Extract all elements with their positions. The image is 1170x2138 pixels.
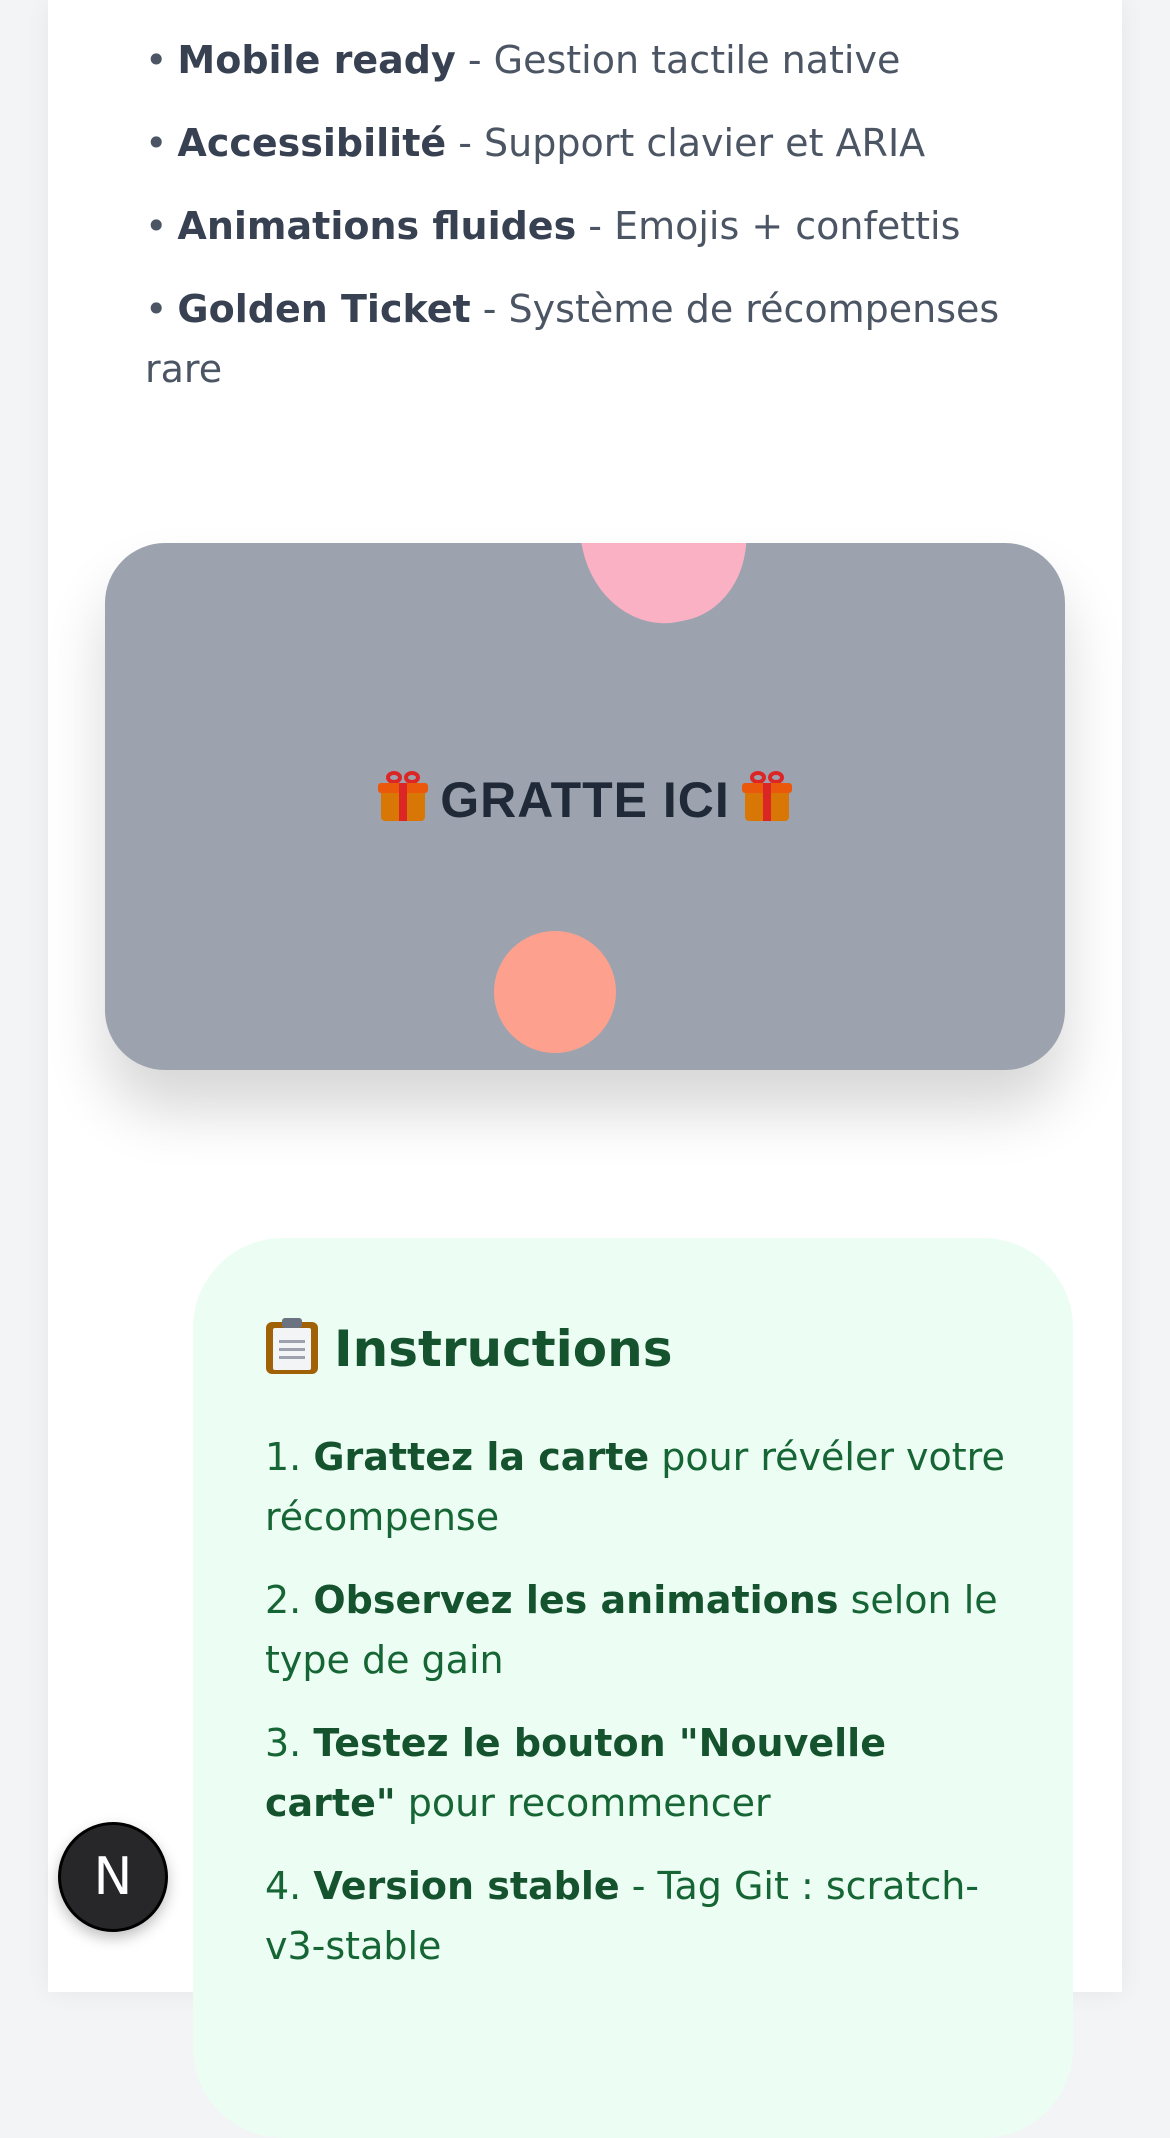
feature-item-animations: • Animations fluides - Emojis + confettis: [145, 196, 1065, 256]
step-text: pour recommencer: [407, 1781, 771, 1825]
bullet: •: [145, 121, 168, 165]
bullet: •: [145, 204, 168, 248]
feature-item-mobile: • Mobile ready - Gestion tactile native: [145, 30, 1065, 90]
scratch-label-text: GRATTE ICI: [440, 772, 730, 828]
scratched-blob: [562, 543, 763, 639]
feature-title: Animations fluides: [177, 204, 577, 248]
bullet: •: [145, 38, 168, 82]
feature-desc: - Gestion tactile native: [467, 38, 901, 82]
instructions-steps: 1. Grattez la carte pour révéler votre r…: [265, 1427, 1025, 1999]
feature-title: Accessibilité: [177, 121, 447, 165]
feature-title: Mobile ready: [177, 38, 456, 82]
nextjs-dev-indicator-button[interactable]: N: [58, 1822, 168, 1932]
instruction-step: 2. Observez les animations selon le type…: [265, 1570, 1025, 1690]
gift-icon: [378, 771, 429, 823]
feature-desc: - Support clavier et ARIA: [458, 121, 926, 165]
scratch-card[interactable]: GRATTE ICI: [105, 543, 1065, 1070]
feature-desc: - Emojis + confettis: [588, 204, 961, 248]
step-number: 2.: [265, 1578, 302, 1622]
feature-item-accessibility: • Accessibilité - Support clavier et ARIA: [145, 113, 1065, 173]
scratch-card-wrapper: GRATTE ICI: [105, 543, 1065, 1070]
feature-title: Golden Ticket: [177, 287, 471, 331]
instruction-step: 4. Version stable - Tag Git : scratch-v3…: [265, 1856, 1025, 1976]
step-bold: Observez les animations: [313, 1578, 839, 1622]
instructions-heading: Instructions: [266, 1318, 673, 1379]
features-list: • Mobile ready - Gestion tactile native •…: [145, 30, 1065, 422]
feature-item-golden-ticket: • Golden Ticket - Système de récompenses …: [145, 279, 1065, 399]
instructions-title: Instructions: [334, 1320, 673, 1378]
instruction-step: 3. Testez le bouton "Nouvelle carte" pou…: [265, 1713, 1025, 1833]
step-number: 1.: [265, 1435, 302, 1479]
gift-icon: [741, 771, 792, 823]
nextjs-logo-icon: N: [93, 1847, 133, 1907]
page-container: • Mobile ready - Gestion tactile native •…: [48, 0, 1122, 2138]
scratch-label: GRATTE ICI: [105, 771, 1065, 829]
step-bold: Grattez la carte: [313, 1435, 650, 1479]
step-number: 3.: [265, 1721, 302, 1765]
step-bold: Version stable: [313, 1864, 620, 1908]
instruction-step: 1. Grattez la carte pour révéler votre r…: [265, 1427, 1025, 1547]
step-number: 4.: [265, 1864, 302, 1908]
bullet: •: [145, 287, 168, 331]
scratched-blob: [494, 931, 616, 1053]
instructions-panel: Instructions 1. Grattez la carte pour ré…: [193, 1238, 1073, 2138]
clipboard-icon: [266, 1318, 318, 1374]
